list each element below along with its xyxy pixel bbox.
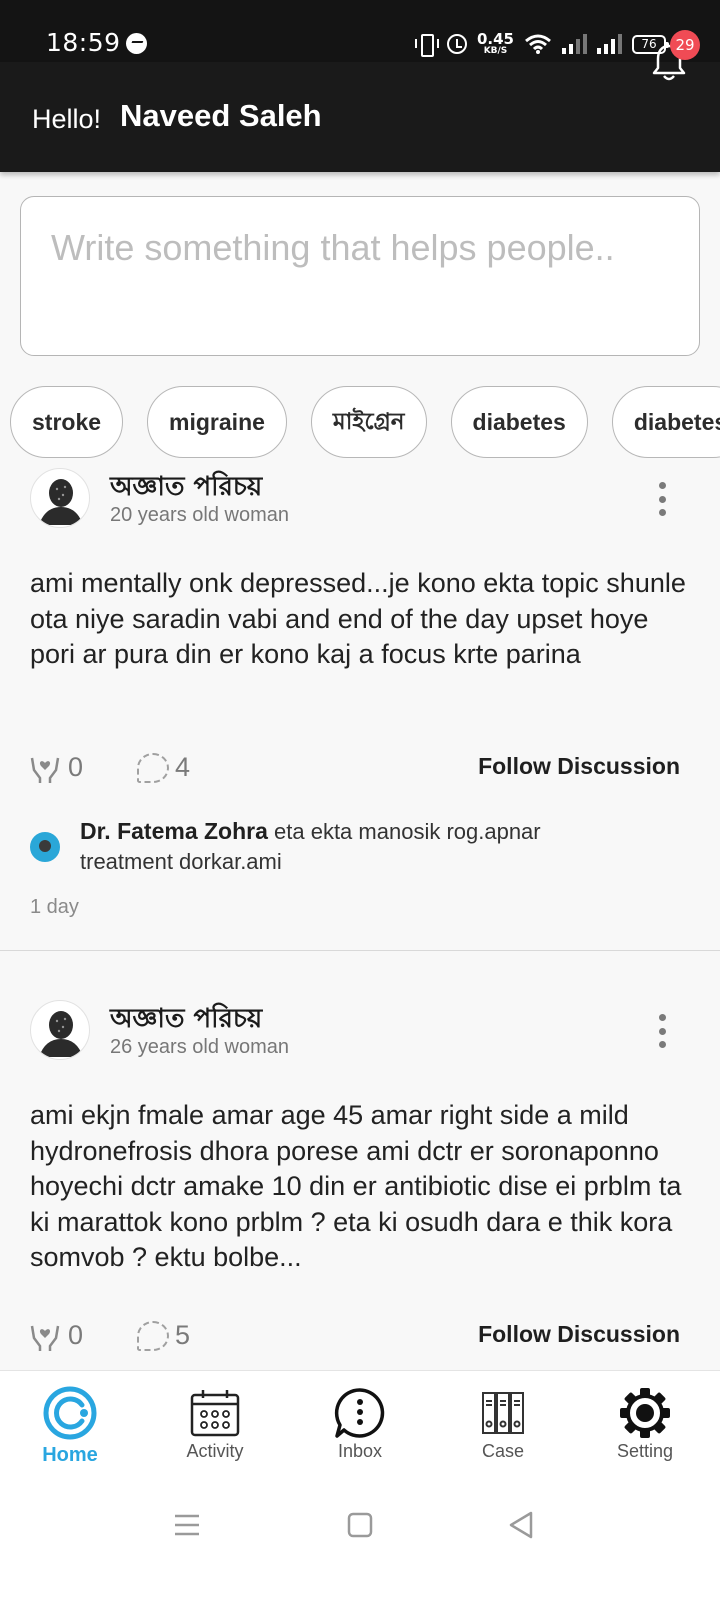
post-body[interactable]: ami mentally onk depressed...je kono ekt… xyxy=(30,566,695,673)
bottom-navigation: Home Activity Inbox Case Setting xyxy=(0,1370,720,1490)
greeting: Hello! xyxy=(32,104,102,134)
post-actions: 0 5 Follow Discussion xyxy=(30,1318,680,1358)
signal-icon-1 xyxy=(562,34,587,54)
home-button-icon[interactable] xyxy=(347,1512,373,1538)
post-card: অজ্ঞাত পরিচয় 26 years old woman ami ekj… xyxy=(0,998,720,1370)
topic-chips: stroke migraine মাইগ্রেন diabetes diabet… xyxy=(10,386,720,460)
app-header: Hello! Naveed Saleh xyxy=(0,62,720,172)
network-speed: 0.45 KB/S xyxy=(476,30,514,56)
chip-migraine[interactable]: migraine xyxy=(147,386,287,458)
nav-case[interactable]: Case xyxy=(433,1371,573,1491)
post-actions: 0 4 Follow Discussion xyxy=(30,750,680,790)
support-hands-icon[interactable] xyxy=(30,1322,60,1352)
post-card: অজ্ঞাত পরিচয় 20 years old woman ami men… xyxy=(0,466,720,950)
notification-badge: 29 xyxy=(670,30,700,60)
comment-icon[interactable] xyxy=(137,1321,169,1351)
chat-icon xyxy=(334,1388,385,1438)
follow-discussion-button[interactable]: Follow Discussion xyxy=(478,753,680,780)
status-icons: 0.45 KB/S 76 xyxy=(414,30,669,58)
support-hands-icon[interactable] xyxy=(30,754,60,784)
anonymous-avatar-icon xyxy=(39,479,83,525)
commenter-name: Dr. Fatema Zohra xyxy=(80,818,268,844)
nav-home[interactable]: Home xyxy=(0,1371,140,1491)
user-name: Naveed Saleh xyxy=(120,98,322,133)
nav-label-case: Case xyxy=(481,1441,525,1461)
post-composer-input[interactable] xyxy=(20,196,700,356)
avatar[interactable] xyxy=(30,468,90,528)
back-icon[interactable] xyxy=(508,1511,534,1539)
signal-icon-2 xyxy=(597,34,622,54)
chip-migraine-bn[interactable]: মাইগ্রেন xyxy=(310,386,427,458)
nav-label-home: Home xyxy=(42,1444,98,1466)
nav-label-activity: Activity xyxy=(186,1441,244,1461)
chip-stroke[interactable]: stroke xyxy=(10,386,124,458)
avatar[interactable] xyxy=(30,1000,90,1060)
status-time: 18:59 xyxy=(46,28,121,57)
status-bar: 18:59 0.45 KB/S 76 xyxy=(0,0,720,62)
comment-count: 5 xyxy=(175,1320,191,1350)
comment-count: 4 xyxy=(175,752,191,782)
post-author-subtitle: 20 years old woman xyxy=(110,504,289,526)
comment-icon[interactable] xyxy=(137,753,169,783)
chip-diabetes-2[interactable]: diabetes xyxy=(611,386,720,458)
messenger-icon xyxy=(126,33,147,54)
support-count: 0 xyxy=(68,1320,84,1350)
home-icon xyxy=(43,1386,97,1440)
nav-label-inbox: Inbox xyxy=(337,1441,383,1461)
gear-icon xyxy=(620,1388,670,1438)
top-comment[interactable]: Dr. Fatema Zohra eta ekta manosik rog.ap… xyxy=(80,816,550,877)
post-time: 1 day xyxy=(30,896,79,918)
alarm-icon xyxy=(446,34,467,54)
vibrate-icon xyxy=(414,33,439,57)
post-body[interactable]: ami ekjn fmale amar age 45 amar right si… xyxy=(30,1098,695,1276)
more-options-icon[interactable] xyxy=(654,482,670,516)
calendar-icon xyxy=(190,1390,240,1437)
nav-inbox[interactable]: Inbox xyxy=(290,1371,430,1491)
chip-diabetes[interactable]: diabetes xyxy=(450,386,588,458)
menu-icon[interactable] xyxy=(174,1514,200,1536)
anonymous-avatar-icon xyxy=(39,1011,83,1057)
nav-activity[interactable]: Activity xyxy=(145,1371,285,1491)
post-author-subtitle: 26 years old woman xyxy=(110,1036,289,1058)
nav-setting[interactable]: Setting xyxy=(575,1371,715,1491)
wifi-icon xyxy=(525,34,551,54)
folders-icon xyxy=(482,1392,524,1434)
follow-discussion-button[interactable]: Follow Discussion xyxy=(478,1321,680,1348)
nav-label-setting: Setting xyxy=(616,1441,674,1461)
commenter-avatar[interactable] xyxy=(30,832,60,862)
system-navigation-bar xyxy=(0,1490,720,1600)
more-options-icon[interactable] xyxy=(654,1014,670,1048)
support-count: 0 xyxy=(68,752,84,782)
post-divider xyxy=(0,950,720,951)
